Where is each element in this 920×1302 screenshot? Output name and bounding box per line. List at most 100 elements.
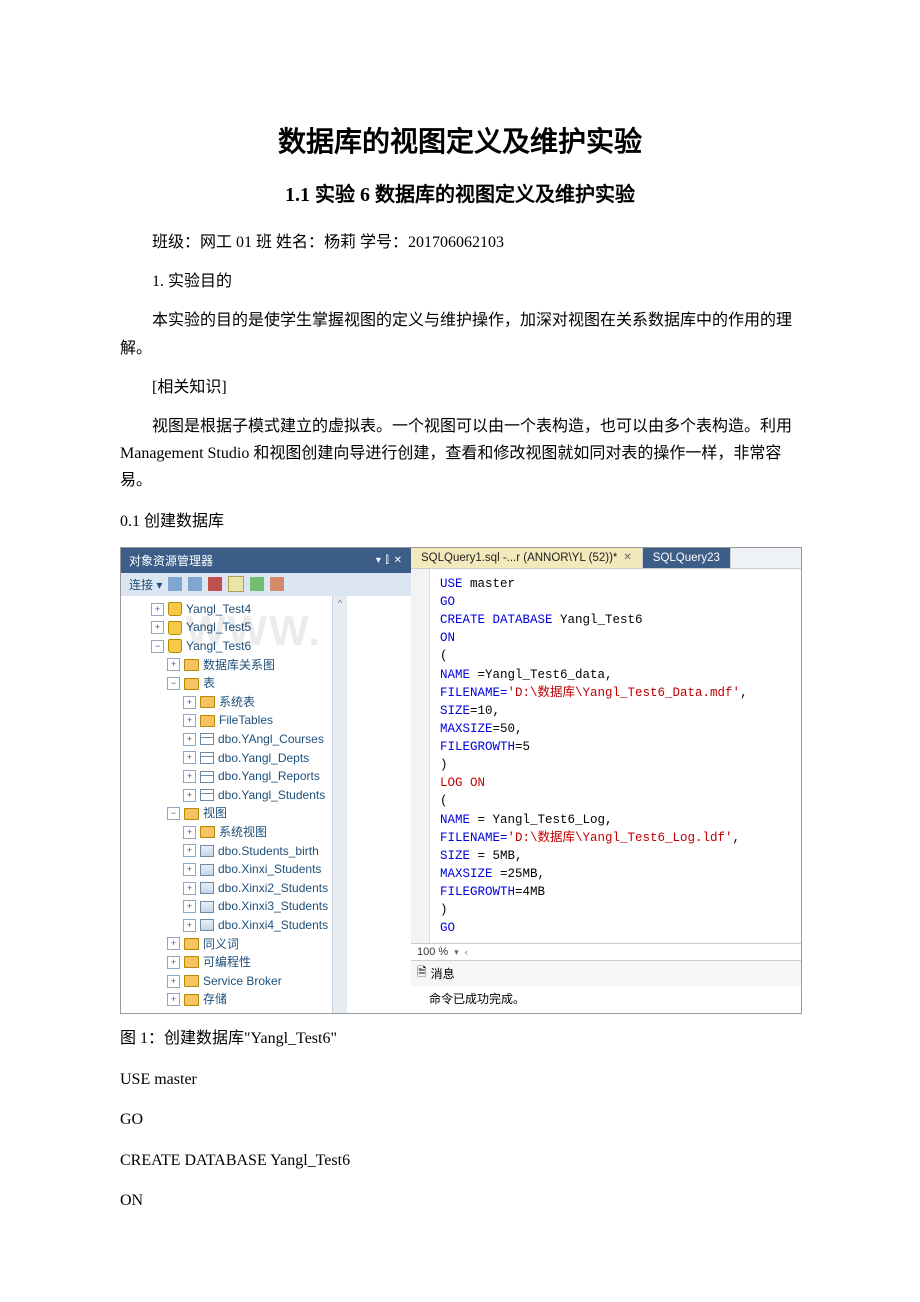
tree-item-label: dbo.Yangl_Depts — [218, 749, 309, 768]
connect-icon[interactable] — [168, 577, 182, 591]
connect-dropdown[interactable]: 连接 ▾ — [129, 576, 162, 593]
delete-icon[interactable] — [270, 577, 284, 591]
tree-item[interactable]: −Yangl_Test6 — [131, 637, 328, 656]
tree-item[interactable]: + Yangl_Test4 — [131, 600, 328, 619]
stop-icon[interactable] — [208, 577, 222, 591]
tree-item-label: Yangl_Test4 — [186, 600, 251, 619]
object-explorer-titlebar: 对象资源管理器 ▾ ⫿ ✕ — [121, 548, 411, 573]
tree-item[interactable]: + Yangl_Test5 — [131, 618, 328, 637]
table-icon — [200, 733, 214, 745]
object-explorer-toolbar: 连接 ▾ — [121, 573, 411, 596]
expand-icon[interactable]: − — [151, 640, 164, 653]
table-icon — [200, 771, 214, 783]
expand-icon[interactable]: + — [183, 751, 196, 764]
tab-sqlquery1[interactable]: SQLQuery1.sql -...r (ANNOR\YL (52))* ✕ — [411, 548, 643, 568]
object-explorer-pane: 对象资源管理器 ▾ ⫿ ✕ 连接 ▾ WWW. +Yangl_Test4+Yan… — [121, 548, 411, 1014]
tree-item[interactable]: + dbo.Yangl_Depts — [131, 749, 328, 768]
tree-item[interactable]: +dbo.Xinxi_Students — [131, 860, 328, 879]
scrollbar[interactable]: ^ — [332, 596, 347, 1014]
tree-item[interactable]: +存储 — [131, 990, 328, 1009]
tree-item-label: 数据库关系图 — [203, 656, 275, 675]
refresh-icon[interactable] — [250, 577, 264, 591]
tree-item[interactable]: +dbo.Yangl_Students — [131, 786, 328, 805]
tree-item[interactable]: + 系统表 — [131, 693, 328, 712]
tree-item[interactable]: +系统视图 — [131, 823, 328, 842]
tree-item[interactable]: + Service Broker — [131, 972, 328, 991]
tree-item[interactable]: + dbo.YAngl_Courses — [131, 730, 328, 749]
folder-icon — [200, 696, 215, 708]
tree-item-label: dbo.Xinxi3_Students — [218, 897, 328, 916]
tree-item[interactable]: + 数据库关系图 — [131, 656, 328, 675]
disconnect-icon[interactable] — [188, 577, 202, 591]
tab-label: SQLQuery23 — [653, 552, 720, 564]
tree-item[interactable]: +FileTables — [131, 711, 328, 730]
tree-item[interactable]: + dbo.Xinxi2_Students — [131, 879, 328, 898]
expand-icon[interactable]: + — [183, 900, 196, 913]
tree-item-label: dbo.YAngl_Courses — [218, 730, 324, 749]
expand-icon[interactable]: + — [183, 696, 196, 709]
code-line: CREATE DATABASE Yangl_Test6 — [120, 1146, 800, 1176]
expand-icon[interactable]: + — [167, 937, 180, 950]
expand-icon[interactable]: + — [151, 621, 164, 634]
expand-icon[interactable]: + — [183, 770, 196, 783]
expand-icon[interactable]: + — [167, 993, 180, 1006]
view-icon — [200, 864, 214, 876]
tree-item-label: Yangl_Test5 — [186, 618, 251, 637]
tree-item-label: Service Broker — [203, 972, 282, 991]
tree-item[interactable]: + 可编程性 — [131, 953, 328, 972]
sql-code[interactable]: USE master GO CREATE DATABASE Yangl_Test… — [430, 569, 801, 944]
figure-caption: 图 1：创建数据库"Yangl_Test6" — [120, 1024, 800, 1054]
view-icon — [200, 919, 214, 931]
tree-item[interactable]: − 视图 — [131, 804, 328, 823]
table-icon — [200, 752, 214, 764]
tree-item-label: dbo.Xinxi2_Students — [218, 879, 328, 898]
expand-icon[interactable]: + — [183, 733, 196, 746]
folder-icon — [184, 975, 199, 987]
doc-title: 数据库的视图定义及维护实验 — [120, 120, 800, 160]
zoom-dropdown-icon[interactable]: ▾ — [454, 947, 459, 958]
object-explorer-title: 对象资源管理器 — [129, 552, 213, 569]
expand-icon[interactable]: + — [183, 863, 196, 876]
tab-sqlquery23[interactable]: SQLQuery23 — [643, 548, 731, 568]
table-icon — [200, 789, 214, 801]
tree-item[interactable]: +dbo.Xinxi4_Students — [131, 916, 328, 935]
expand-icon[interactable]: + — [183, 789, 196, 802]
view-icon — [200, 882, 214, 894]
expand-icon[interactable]: + — [167, 975, 180, 988]
filter-icon[interactable] — [228, 576, 244, 592]
pane-controls[interactable]: ▾ ⫿ ✕ — [376, 555, 403, 566]
expand-icon[interactable]: − — [167, 807, 180, 820]
folder-icon — [200, 715, 215, 727]
code-line: GO — [120, 1105, 800, 1135]
paragraph: 视图是根据子模式建立的虚拟表。一个视图可以由一个表构造，也可以由多个表构造。利用… — [120, 413, 800, 495]
expand-icon[interactable]: + — [183, 826, 196, 839]
tree-item-label: dbo.Yangl_Reports — [218, 767, 320, 786]
messages-label: 消息 — [431, 965, 455, 982]
tree-item[interactable]: −表 — [131, 674, 328, 693]
folder-icon — [184, 808, 199, 820]
tree-item[interactable]: + dbo.Xinxi3_Students — [131, 897, 328, 916]
folder-icon — [184, 938, 199, 950]
expand-icon[interactable]: + — [183, 919, 196, 932]
tree-item[interactable]: +dbo.Students_birth — [131, 842, 328, 861]
expand-icon[interactable]: + — [183, 882, 196, 895]
expand-icon[interactable]: − — [167, 677, 180, 690]
scroll-left-icon[interactable]: ‹ — [465, 947, 468, 957]
messages-tab[interactable]: 🗎 消息 — [411, 960, 801, 986]
editor-gutter — [411, 569, 430, 944]
expand-icon[interactable]: + — [151, 603, 164, 616]
tree-item-label: 可编程性 — [203, 953, 251, 972]
expand-icon[interactable]: + — [183, 714, 196, 727]
object-explorer-tree[interactable]: WWW. +Yangl_Test4+Yangl_Test5−Yangl_Test… — [121, 596, 332, 1014]
expand-icon[interactable]: + — [167, 956, 180, 969]
close-icon[interactable]: ✕ — [623, 552, 631, 563]
expand-icon[interactable]: + — [183, 844, 196, 857]
message-icon: 🗎 — [417, 963, 427, 984]
zoom-level[interactable]: 100 % — [417, 946, 448, 958]
sql-editor[interactable]: USE master GO CREATE DATABASE Yangl_Test… — [411, 569, 801, 944]
tree-item-label: 系统表 — [219, 693, 255, 712]
tree-item[interactable]: +同义词 — [131, 935, 328, 954]
expand-icon[interactable]: + — [167, 658, 180, 671]
tree-item[interactable]: + dbo.Yangl_Reports — [131, 767, 328, 786]
tree-item-label: 视图 — [203, 804, 227, 823]
